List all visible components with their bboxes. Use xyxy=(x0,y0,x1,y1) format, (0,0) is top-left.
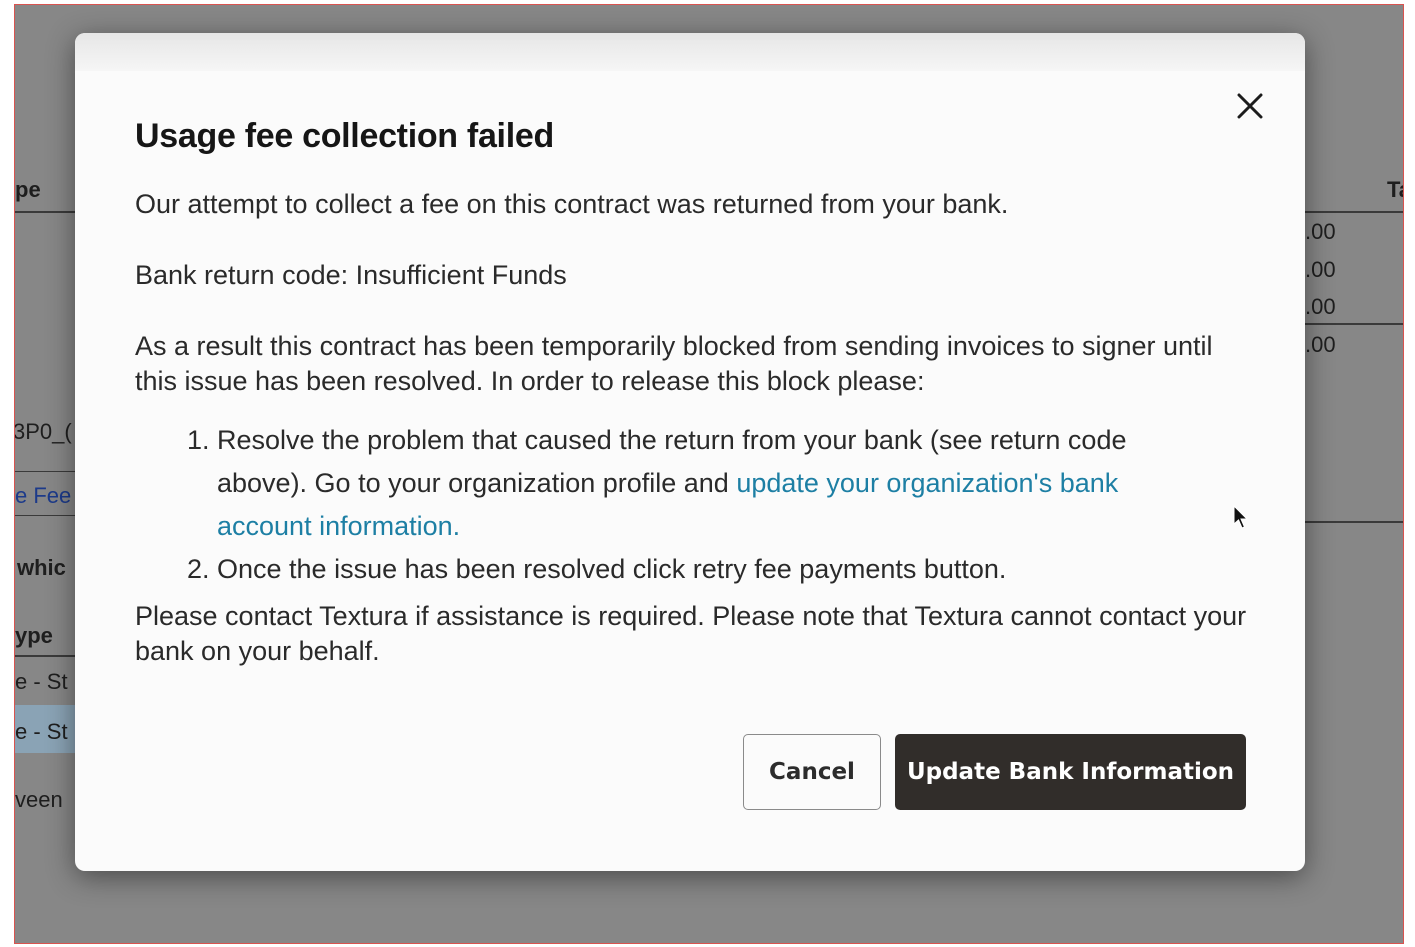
bg-divider xyxy=(15,515,75,516)
bg-contract-ref: 3P0_( xyxy=(14,419,72,444)
step-item-1: Resolve the problem that caused the retu… xyxy=(217,419,1177,548)
bg-amount: .00 xyxy=(1305,332,1336,357)
bg-amount: .00 xyxy=(1305,294,1336,319)
bg-divider xyxy=(1305,323,1403,325)
bg-which-text: whic xyxy=(17,555,66,580)
bg-between-text: veen xyxy=(15,787,63,812)
block-explanation-text: As a result this contract has been tempo… xyxy=(135,331,1213,396)
bg-divider xyxy=(15,211,75,213)
cancel-button[interactable]: Cancel xyxy=(743,734,881,810)
dialog-title: Usage fee collection failed xyxy=(135,117,554,155)
close-icon xyxy=(1237,93,1263,119)
bg-amount: .00 xyxy=(1305,257,1336,282)
bg-divider xyxy=(15,471,75,472)
dialog-body: Our attempt to collect a fee on this con… xyxy=(135,187,1255,669)
update-bank-information-button[interactable]: Update Bank Information xyxy=(895,734,1246,810)
bg-divider xyxy=(1305,521,1403,523)
bg-divider xyxy=(1305,211,1403,213)
contact-text: Please contact Textura if assistance is … xyxy=(135,601,1247,666)
mouse-pointer-icon xyxy=(1233,505,1249,529)
resolution-steps: Resolve the problem that caused the retu… xyxy=(135,419,1177,591)
fee-failure-dialog: Usage fee collection failed Our attempt … xyxy=(75,33,1305,871)
bg-fee-link[interactable]: e Fee xyxy=(15,483,71,509)
dialog-top-strip xyxy=(75,33,1305,71)
bg-amount: .00 xyxy=(1305,219,1336,244)
bg-type-header: ype xyxy=(15,623,53,648)
bg-row-1: e - St xyxy=(15,669,68,694)
return-code-text: Bank return code: Insufficient Funds xyxy=(135,260,567,290)
intro-text: Our attempt to collect a fee on this con… xyxy=(135,189,1009,219)
bg-column-header-right: Ta xyxy=(1387,177,1403,202)
bg-column-header-left: pe xyxy=(15,177,41,202)
bg-divider xyxy=(15,655,75,657)
step-2-text: Once the issue has been resolved click r… xyxy=(217,554,1007,584)
close-button[interactable] xyxy=(1233,89,1267,123)
bg-row-2: e - St xyxy=(15,719,68,744)
step-item-2: Once the issue has been resolved click r… xyxy=(217,548,1177,591)
